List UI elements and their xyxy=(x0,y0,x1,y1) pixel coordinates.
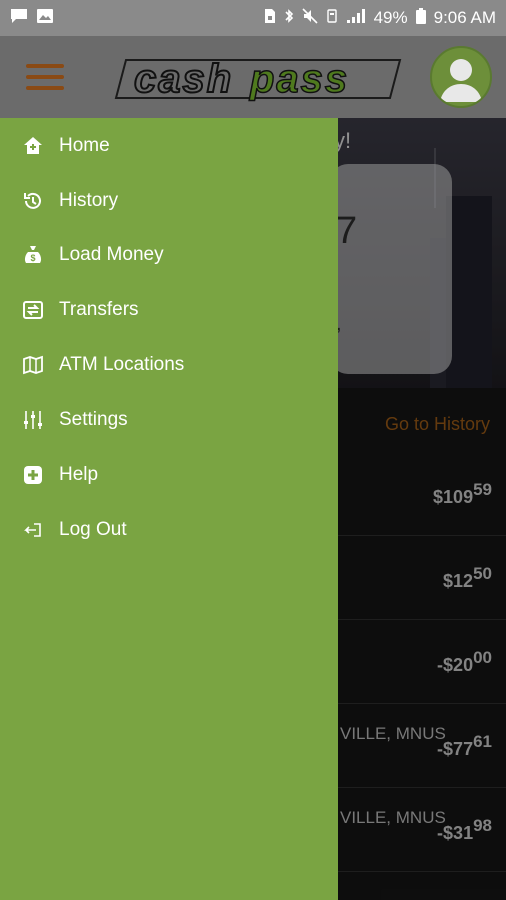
menu-item-atm-locations[interactable]: ATM Locations xyxy=(0,338,338,392)
user-avatar-icon[interactable] xyxy=(430,46,492,108)
menu-item-label: Transfers xyxy=(59,299,139,320)
sliders-icon xyxy=(22,409,44,431)
data-icon xyxy=(326,8,338,29)
status-bar: 49% 9:06 AM xyxy=(0,0,506,36)
svg-text:$: $ xyxy=(30,253,35,263)
menu-item-label: Log Out xyxy=(59,519,127,540)
menu-item-home[interactable]: Home xyxy=(0,119,338,173)
cashpass-logo: cash pass xyxy=(112,54,404,104)
menu-item-history[interactable]: History xyxy=(0,174,338,228)
navigation-drawer: Home History $ Load Money Transfers ATM … xyxy=(0,118,338,900)
app-header: cash pass xyxy=(0,36,506,118)
status-bar-left xyxy=(10,8,54,29)
menu-item-label: Settings xyxy=(59,409,128,430)
menu-item-log-out[interactable]: Log Out xyxy=(0,503,338,557)
logout-icon xyxy=(22,519,44,541)
svg-text:pass: pass xyxy=(249,57,349,101)
svg-text:cash: cash xyxy=(134,57,233,101)
hamburger-menu-icon[interactable] xyxy=(26,64,64,90)
menu-item-label: Help xyxy=(59,464,99,485)
money-bag-icon: $ xyxy=(22,244,44,266)
transfer-icon xyxy=(22,299,44,321)
history-icon xyxy=(22,190,44,212)
mute-icon xyxy=(302,7,318,29)
sim-lock-icon xyxy=(264,8,276,29)
menu-item-label: History xyxy=(59,190,119,211)
status-bar-right: 49% 9:06 AM xyxy=(264,7,496,29)
home-icon xyxy=(22,135,44,157)
menu-item-help[interactable]: Help xyxy=(0,448,338,502)
menu-item-label: Load Money xyxy=(59,244,164,265)
menu-item-transfers[interactable]: Transfers xyxy=(0,283,338,337)
help-icon xyxy=(22,464,44,486)
bluetooth-icon xyxy=(284,8,294,29)
battery-percent: 49% xyxy=(373,8,408,27)
menu-item-load-money[interactable]: $ Load Money xyxy=(0,228,338,282)
image-icon xyxy=(36,8,54,29)
signal-icon xyxy=(346,8,366,29)
menu-item-settings[interactable]: Settings xyxy=(0,393,338,447)
clock: 9:06 AM xyxy=(433,8,496,27)
menu-item-label: ATM Locations xyxy=(59,354,185,375)
chat-icon xyxy=(10,8,28,29)
menu-item-label: Home xyxy=(59,135,110,156)
battery-icon xyxy=(415,7,426,29)
map-icon xyxy=(22,354,44,376)
